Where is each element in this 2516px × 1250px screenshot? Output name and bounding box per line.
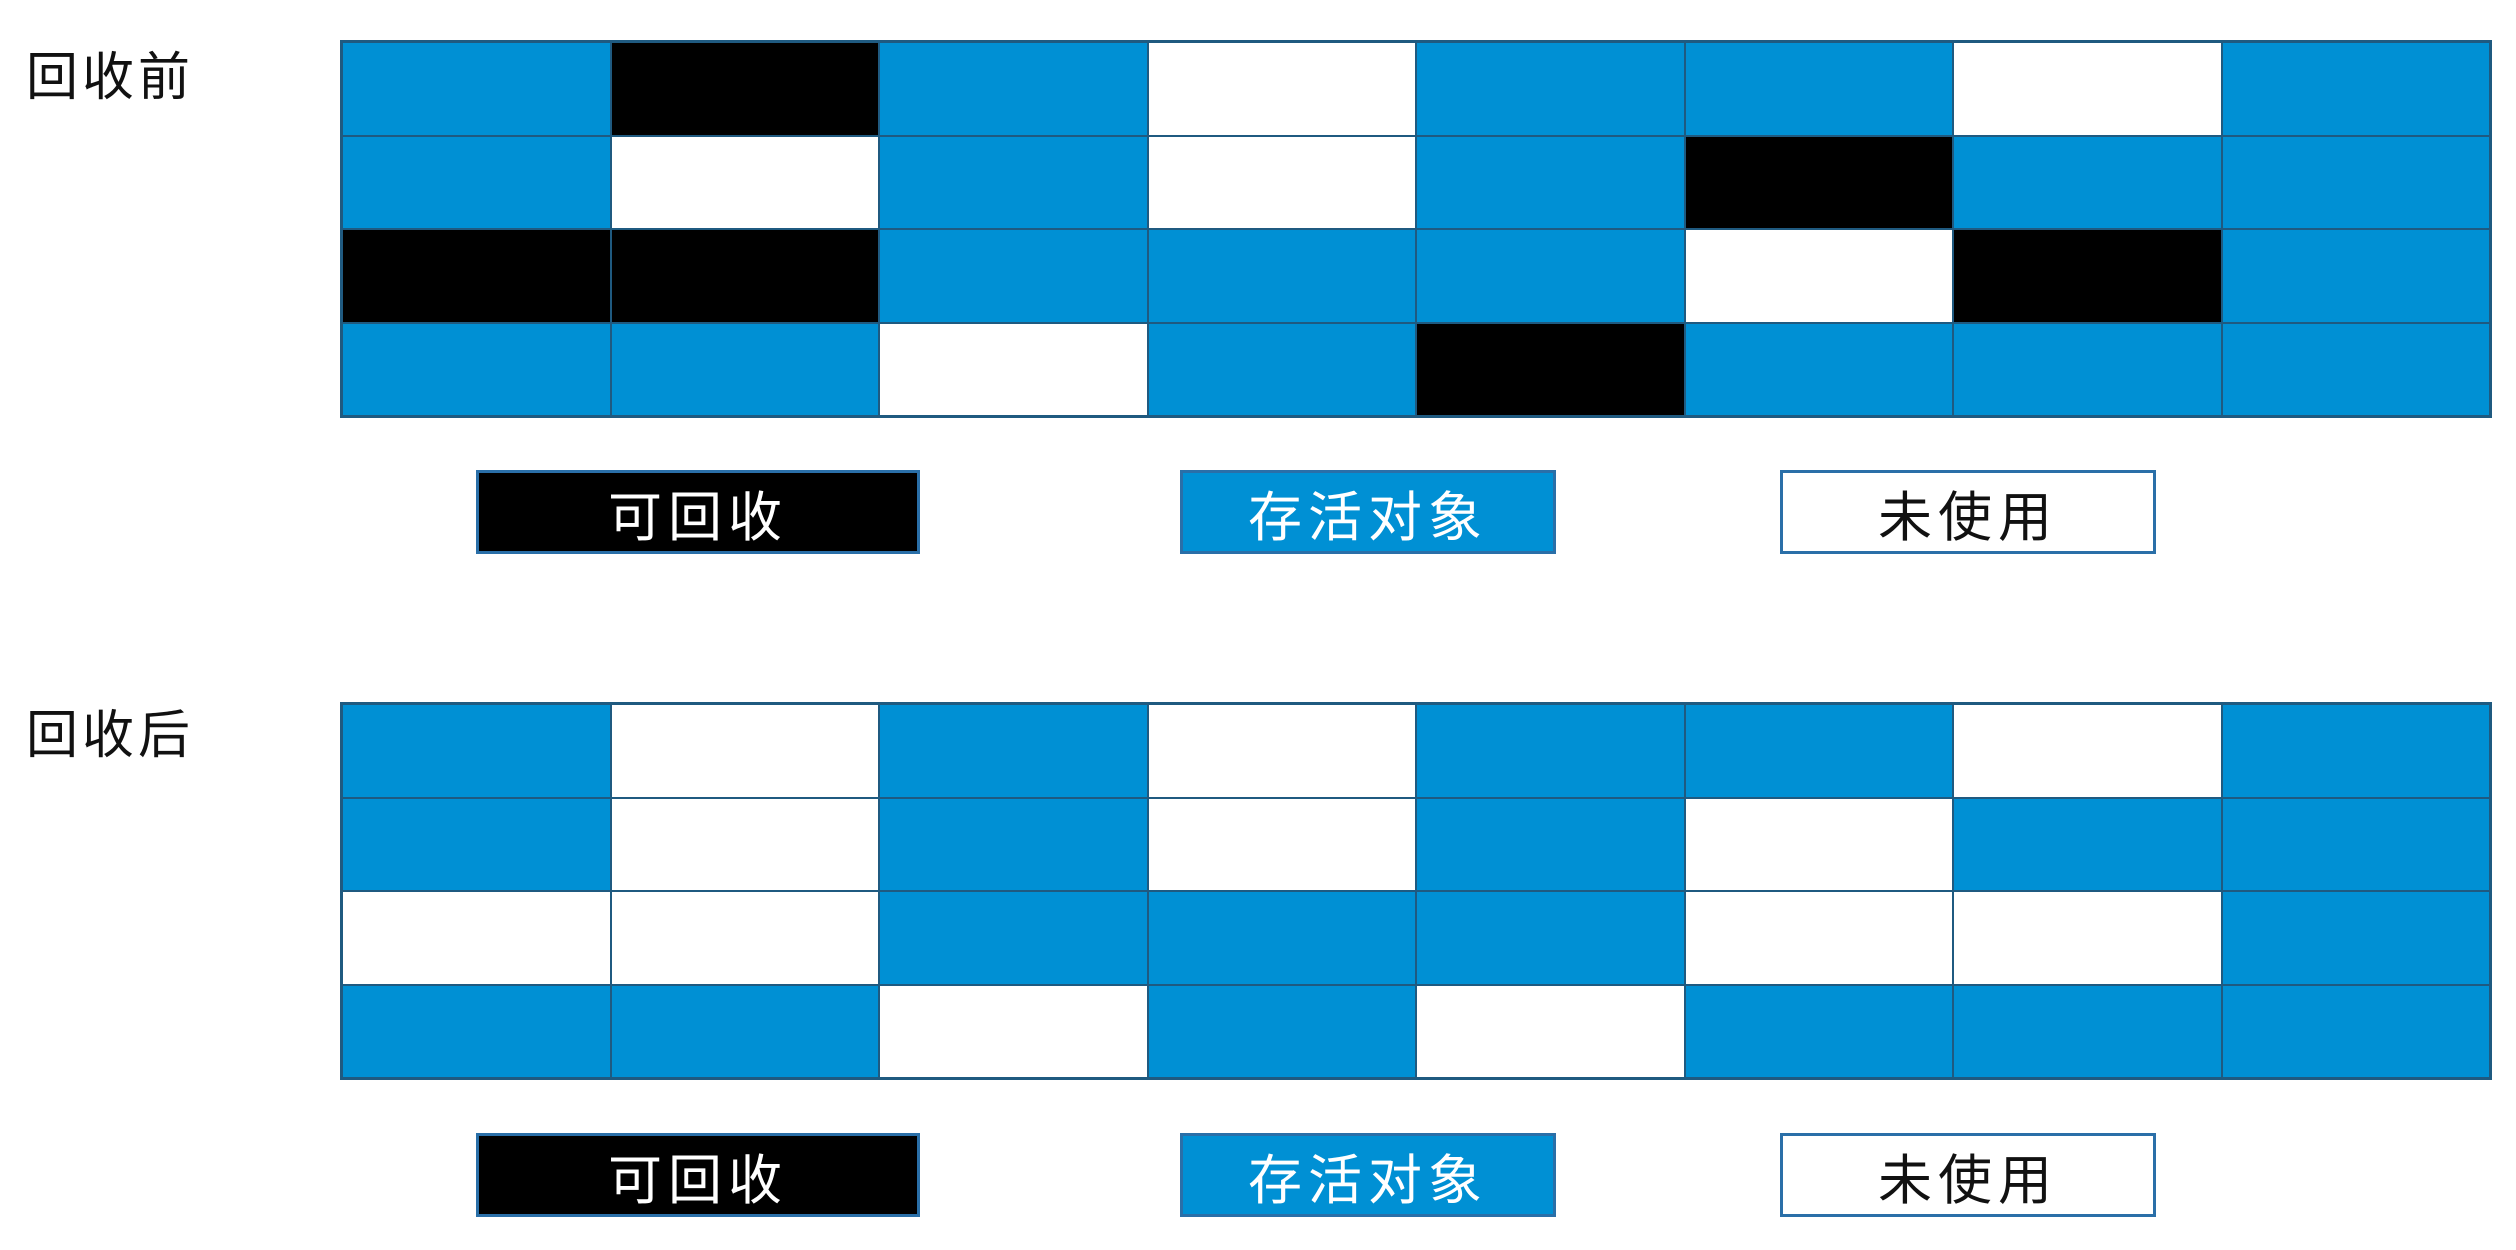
- memory-block-alive: [1147, 984, 1416, 1078]
- legend-unused: 未使用: [1780, 470, 2156, 554]
- memory-block-alive: [2221, 229, 2490, 323]
- memory-block-recyclable: [342, 229, 611, 323]
- memory-block-alive: [1416, 891, 1685, 985]
- memory-block-unused: [1147, 704, 1416, 798]
- memory-block-unused: [879, 984, 1148, 1078]
- memory-block-unused: [1147, 797, 1416, 891]
- memory-block-alive: [879, 891, 1148, 985]
- memory-block-alive: [2221, 322, 2490, 416]
- section-label-after: 回收后: [26, 706, 195, 766]
- memory-grid-after: [340, 702, 2492, 1080]
- memory-block-alive: [1953, 984, 2222, 1078]
- memory-block-alive: [610, 984, 879, 1078]
- memory-block-alive: [1416, 135, 1685, 229]
- memory-block-unused: [1684, 797, 1953, 891]
- memory-block-alive: [1147, 891, 1416, 985]
- memory-block-recyclable: [610, 42, 879, 136]
- memory-block-alive: [342, 704, 611, 798]
- memory-block-alive: [2221, 704, 2490, 798]
- memory-block-unused: [610, 704, 879, 798]
- memory-block-alive: [879, 135, 1148, 229]
- memory-block-alive: [1684, 984, 1953, 1078]
- memory-block-alive: [1147, 322, 1416, 416]
- memory-block-unused: [1953, 891, 2222, 985]
- memory-block-alive: [1684, 322, 1953, 416]
- memory-block-alive: [1684, 704, 1953, 798]
- memory-block-unused: [1147, 42, 1416, 136]
- memory-block-alive: [879, 797, 1148, 891]
- memory-block-unused: [1416, 984, 1685, 1078]
- memory-block-alive: [879, 42, 1148, 136]
- memory-block-unused: [1953, 704, 2222, 798]
- legend-alive: 存活对象: [1180, 470, 1556, 554]
- memory-block-recyclable: [1684, 135, 1953, 229]
- legend-before: 可回收 存活对象 未使用: [0, 470, 2516, 554]
- memory-block-unused: [1684, 229, 1953, 323]
- memory-block-alive: [610, 322, 879, 416]
- legend-alive: 存活对象: [1180, 1133, 1556, 1217]
- memory-block-recyclable: [1416, 322, 1685, 416]
- memory-block-alive: [1416, 229, 1685, 323]
- memory-block-unused: [610, 891, 879, 985]
- memory-block-alive: [2221, 984, 2490, 1078]
- memory-block-alive: [2221, 42, 2490, 136]
- memory-block-alive: [1416, 42, 1685, 136]
- legend-unused: 未使用: [1780, 1133, 2156, 1217]
- memory-block-unused: [610, 797, 879, 891]
- memory-grid-before: [340, 40, 2492, 418]
- memory-block-alive: [879, 704, 1148, 798]
- memory-block-alive: [2221, 135, 2490, 229]
- memory-block-unused: [1684, 891, 1953, 985]
- memory-block-alive: [342, 135, 611, 229]
- memory-block-alive: [342, 322, 611, 416]
- section-label-before: 回收前: [26, 48, 195, 108]
- memory-block-recyclable: [610, 229, 879, 323]
- memory-block-unused: [610, 135, 879, 229]
- memory-block-alive: [342, 42, 611, 136]
- memory-block-unused: [879, 322, 1148, 416]
- memory-block-alive: [1416, 704, 1685, 798]
- memory-block-recyclable: [1953, 229, 2222, 323]
- legend-after: 可回收 存活对象 未使用: [0, 1133, 2516, 1217]
- memory-block-alive: [1953, 135, 2222, 229]
- memory-block-alive: [1147, 229, 1416, 323]
- memory-block-alive: [1416, 797, 1685, 891]
- memory-block-alive: [342, 984, 611, 1078]
- memory-block-unused: [1953, 42, 2222, 136]
- legend-recyclable: 可回收: [476, 470, 920, 554]
- memory-block-alive: [342, 797, 611, 891]
- memory-block-unused: [342, 891, 611, 985]
- legend-recyclable: 可回收: [476, 1133, 920, 1217]
- memory-block-alive: [1953, 322, 2222, 416]
- memory-block-unused: [1147, 135, 1416, 229]
- memory-block-alive: [1953, 797, 2222, 891]
- memory-block-alive: [879, 229, 1148, 323]
- memory-block-alive: [2221, 891, 2490, 985]
- memory-block-alive: [2221, 797, 2490, 891]
- memory-block-alive: [1684, 42, 1953, 136]
